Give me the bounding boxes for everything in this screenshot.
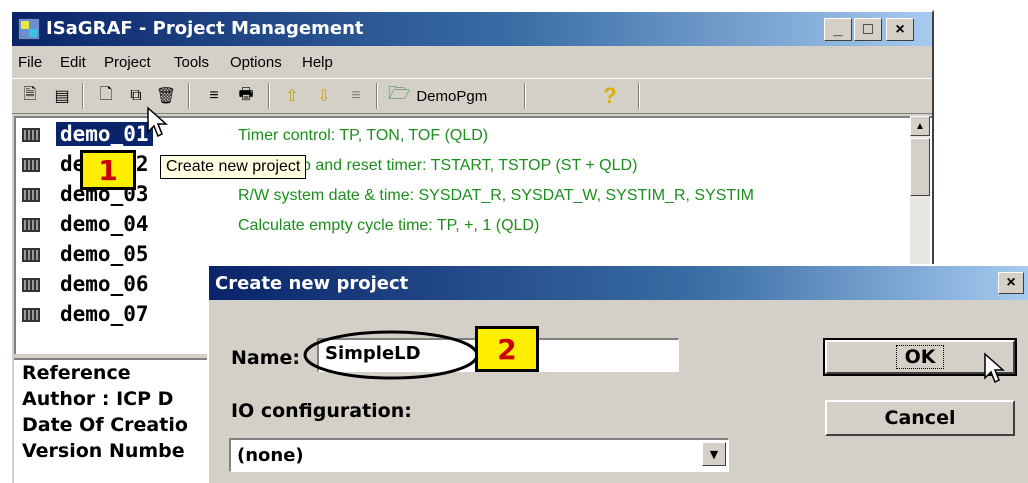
toolbar-separator	[376, 83, 378, 109]
detail-date: Date Of Creatio	[22, 414, 188, 436]
menu-bar: File Edit Project Tools Options Help	[12, 49, 932, 75]
delete-icon[interactable]: 🗑	[154, 84, 178, 108]
project-name: demo_01	[56, 122, 153, 146]
list-item[interactable]: demo_02 Start, stop and reset timer: TST…	[16, 150, 916, 180]
toolbar-separator	[268, 83, 270, 109]
toolbar-separator	[82, 83, 84, 109]
menu-edit[interactable]: Edit	[60, 54, 86, 71]
compare-icon[interactable]: ≡	[202, 84, 226, 108]
io-config-label: IO configuration:	[231, 400, 412, 422]
project-details-panel: Reference Author : ICP D Date Of Creatio…	[14, 358, 214, 483]
project-name: demo_05	[60, 242, 149, 266]
maximize-button[interactable]: □	[854, 18, 882, 41]
minimize-button[interactable]: _	[824, 18, 852, 41]
close-button[interactable]: ×	[886, 18, 914, 41]
new-project-icon[interactable]: 🗋	[94, 84, 118, 108]
io-config-value: (none)	[237, 445, 304, 466]
ok-label: OK	[895, 345, 945, 369]
toolbar-separator	[638, 83, 640, 109]
menu-project[interactable]: Project	[104, 54, 151, 71]
open-icon[interactable]: 🗎	[18, 84, 42, 108]
isagraf-app-icon	[18, 18, 40, 40]
title-bar[interactable]: ISaGRAF - Project Management _ □ ×	[12, 12, 932, 46]
name-label: Name:	[231, 347, 301, 369]
project-description: Calculate empty cycle time: TP, +, 1 (QL…	[238, 217, 540, 234]
current-project-label: DemoPgm	[416, 87, 488, 105]
cancel-button[interactable]: Cancel	[825, 400, 1015, 436]
toolbar-separator	[524, 83, 526, 109]
upload-icon[interactable]: ⇧	[280, 84, 304, 108]
scroll-thumb[interactable]	[910, 138, 930, 196]
detail-reference: Reference	[22, 362, 131, 384]
copy-icon[interactable]: ⧉	[124, 84, 148, 108]
create-project-dialog: Create new project × Name: SimpleLD 2 IO…	[207, 264, 1028, 483]
dialog-close-button[interactable]: ×	[998, 272, 1024, 294]
project-name: demo_04	[60, 212, 149, 236]
project-name: demo_06	[60, 272, 149, 296]
project-folder-icon: 🗁	[388, 83, 411, 103]
list-item[interactable]: demo_04 Calculate empty cycle time: TP, …	[16, 210, 916, 240]
project-description: R/W system date & time: SYSDAT_R, SYSDAT…	[238, 187, 754, 204]
list-item[interactable]: demo_03 R/W system date & time: SYSDAT_R…	[16, 180, 916, 210]
menu-options[interactable]: Options	[230, 54, 282, 71]
io-config-select[interactable]: (none) ▼	[229, 438, 729, 472]
dialog-title: Create new project	[215, 273, 409, 294]
project-icon	[22, 158, 40, 172]
print-icon[interactable]: 🖶	[234, 84, 258, 108]
detail-author: Author : ICP D	[22, 388, 174, 410]
scroll-up-icon[interactable]: ▲	[910, 116, 930, 136]
menu-tools[interactable]: Tools	[174, 54, 209, 71]
toolbar-separator	[188, 83, 190, 109]
tooltip: Create new project	[160, 155, 307, 179]
menu-file[interactable]: File	[18, 54, 42, 71]
highlight-ellipse	[303, 330, 479, 380]
project-description: Timer control: TP, TON, TOF (QLD)	[238, 127, 489, 144]
properties-icon[interactable]: ▤	[50, 84, 74, 108]
project-icon	[22, 278, 40, 292]
dialog-title-bar[interactable]: Create new project	[209, 266, 1028, 300]
step-2-badge: 2	[475, 326, 539, 372]
download-icon[interactable]: ⇩	[312, 84, 336, 108]
project-icon	[22, 218, 40, 232]
mouse-cursor-icon	[984, 352, 1005, 384]
project-folder-button[interactable]: 🗁 DemoPgm	[388, 83, 487, 109]
mouse-cursor-icon	[147, 106, 168, 138]
step-1-badge: 1	[80, 150, 136, 190]
project-name: demo_07	[60, 302, 149, 326]
project-icon	[22, 128, 40, 142]
merge-icon[interactable]: ≡	[344, 84, 368, 108]
window-title: ISaGRAF - Project Management	[46, 18, 364, 39]
project-icon	[22, 248, 40, 262]
detail-version: Version Numbe	[22, 440, 185, 462]
chevron-down-icon[interactable]: ▼	[702, 442, 726, 466]
help-icon[interactable]: ?	[598, 83, 622, 108]
menu-help[interactable]: Help	[302, 54, 333, 71]
project-icon	[22, 308, 40, 322]
project-icon	[22, 188, 40, 202]
